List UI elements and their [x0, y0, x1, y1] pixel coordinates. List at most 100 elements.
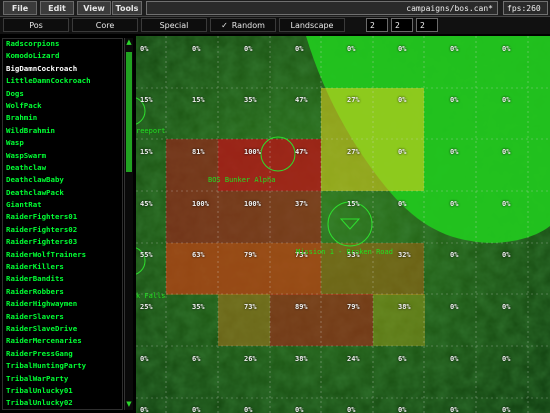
grid-cell-value: 0%	[398, 148, 407, 156]
grid-cell-value: 0%	[502, 355, 511, 363]
grid-cell-value: 81%	[192, 148, 205, 156]
encounter-item[interactable]: RaiderFighters03	[3, 237, 122, 249]
grid-cell-value: 0%	[244, 45, 253, 53]
encounter-item[interactable]: RaiderHighwaymen	[3, 299, 122, 311]
grid-cell-value: 24%	[347, 355, 360, 363]
encounter-item[interactable]: RaiderFighters01	[3, 212, 122, 224]
grid-cell-value: 15%	[140, 148, 153, 156]
grid-cell-value: 37%	[295, 200, 308, 208]
encounter-list[interactable]: Radscorpions KomodoLizard BigDamnCockroach…	[2, 38, 123, 410]
landscape-button[interactable]: Landscape	[279, 18, 345, 32]
toolbar: Pos Core Special ✓ Random Landscape 2 2 …	[0, 17, 550, 34]
scroll-thumb[interactable]	[126, 52, 132, 172]
view-menu[interactable]: View	[77, 1, 111, 15]
grid-cell-value: 0%	[244, 406, 253, 413]
grid-cell-value: 73%	[244, 303, 257, 311]
grid-cell-value: 15%	[347, 200, 360, 208]
encounter-item[interactable]: Deathclaw	[3, 163, 122, 175]
grid-cell-value: 6%	[398, 355, 407, 363]
special-button[interactable]: Special	[141, 18, 207, 32]
mission-label: Mission 1 - Broken Road	[296, 248, 393, 256]
grid-cell-value: 100%	[192, 200, 209, 208]
encounter-item[interactable]: DeathclawPack	[3, 188, 122, 200]
encounter-item[interactable]: TribalUnlucky02	[3, 398, 122, 409]
grid-cell-value: 38%	[398, 303, 411, 311]
file-menu[interactable]: File	[3, 1, 37, 15]
grid-cell-value: 0%	[502, 200, 511, 208]
checkmark-icon: ✓	[221, 20, 228, 30]
grid-cell-value: 0%	[450, 406, 459, 413]
encounter-item[interactable]: RaiderWolfTrainers	[3, 250, 122, 262]
grid-cell-value: 35%	[244, 96, 257, 104]
encounter-item[interactable]: Radscorpions	[3, 39, 122, 51]
grid-cell-value: 0%	[347, 406, 356, 413]
random-toggle[interactable]: ✓ Random	[210, 18, 276, 32]
number-field-2[interactable]: 2	[391, 18, 413, 32]
grid-cell-value: 79%	[347, 303, 360, 311]
encounter-item[interactable]: RaiderPressGang	[3, 349, 122, 361]
encounter-sidebar: Radscorpions KomodoLizard BigDamnCockroach…	[0, 36, 136, 413]
encounter-item[interactable]: RaiderKillers	[3, 262, 122, 274]
grid-cell-value: 79%	[244, 251, 257, 259]
encounter-item[interactable]: TribalWarParty	[3, 374, 122, 386]
grid-cell-value: 0%	[502, 251, 511, 259]
tools-menu[interactable]: Tools	[112, 1, 142, 15]
random-label: Random	[231, 20, 265, 30]
grid-cell-value: 55%	[140, 251, 153, 259]
grid-cell-value: 0%	[450, 200, 459, 208]
menu-bar: File Edit View Tools campaigns/bos.can* …	[0, 0, 550, 17]
grid-cell-value: 100%	[244, 148, 261, 156]
fps-counter: fps:260	[503, 1, 548, 15]
grid-cell-value: 45%	[140, 200, 153, 208]
bunker-label: BOS Bunker Alpha	[208, 176, 276, 184]
grid-cell-value: 0%	[450, 355, 459, 363]
encounter-item[interactable]: WaspSwarm	[3, 151, 122, 163]
encounter-item[interactable]: GiantRat	[3, 200, 122, 212]
encounter-item[interactable]: WolfPack	[3, 101, 122, 113]
encounter-item[interactable]: Dogs	[3, 89, 122, 101]
number-field-3[interactable]: 2	[416, 18, 438, 32]
grid-cell-value: 15%	[192, 96, 205, 104]
grid-cell-value: 0%	[502, 406, 511, 413]
encounter-scrollbar[interactable]: ▲ ▼	[124, 38, 133, 410]
encounter-item[interactable]: DeathclawBaby	[3, 175, 122, 187]
grid-cell-value: 0%	[140, 406, 149, 413]
grid-cell-value: 63%	[192, 251, 205, 259]
number-field-1[interactable]: 2	[366, 18, 388, 32]
encounter-item[interactable]: RaiderSlaveDrive	[3, 324, 122, 336]
grid-cell-value: 27%	[347, 96, 360, 104]
grid-cell-value: 0%	[398, 406, 407, 413]
encounter-item[interactable]: WildBrahmin	[3, 126, 122, 138]
campaign-path-field[interactable]: campaigns/bos.can*	[146, 1, 498, 15]
scroll-down-icon[interactable]: ▼	[125, 400, 133, 410]
grid-cell-value: 0%	[295, 406, 304, 413]
grid-cell-value: 0%	[502, 303, 511, 311]
encounter-item[interactable]: KomodoLizard	[3, 51, 122, 63]
encounter-item[interactable]: RaiderSlavers	[3, 312, 122, 324]
core-button[interactable]: Core	[72, 18, 138, 32]
grid-cell-value: 100%	[244, 200, 261, 208]
scroll-up-icon[interactable]: ▲	[125, 38, 133, 48]
encounter-item[interactable]: RaiderBandits	[3, 274, 122, 286]
grid-cell-value: 0%	[502, 148, 511, 156]
encounter-item[interactable]: TribalUnlucky01	[3, 386, 122, 398]
edit-menu[interactable]: Edit	[40, 1, 74, 15]
grid-cell-value: 0%	[450, 45, 459, 53]
encounter-item[interactable]: Wasp	[3, 138, 122, 150]
encounter-item[interactable]: RaiderMercenaries	[3, 336, 122, 348]
encounter-item[interactable]: BigDamnCockroach	[3, 64, 122, 76]
encounter-item[interactable]: RaiderFighters02	[3, 225, 122, 237]
grid-cell-value: 0%	[450, 96, 459, 104]
grid-cell-value: 27%	[347, 148, 360, 156]
grid-cell-value: 0%	[398, 45, 407, 53]
encounter-item[interactable]: Brahmin	[3, 113, 122, 125]
encounter-item[interactable]: LittleDamnCockroach	[3, 76, 122, 88]
pos-button[interactable]: Pos	[3, 18, 69, 32]
encounter-item[interactable]: TribalHuntingParty	[3, 361, 122, 373]
grid-cell-value: 26%	[244, 355, 257, 363]
encounter-item[interactable]: RaiderRobbers	[3, 287, 122, 299]
world-map[interactable]: 0% 0% 0% 0% 0% 0% 0% 0% 15% 15% 35% 47% 27% 0% 0% 0% 15%…	[136, 36, 550, 413]
grid-cell-value: 0%	[140, 45, 149, 53]
grid-cell-value: 15%	[140, 96, 153, 104]
grid-cell-value: 0%	[502, 96, 511, 104]
